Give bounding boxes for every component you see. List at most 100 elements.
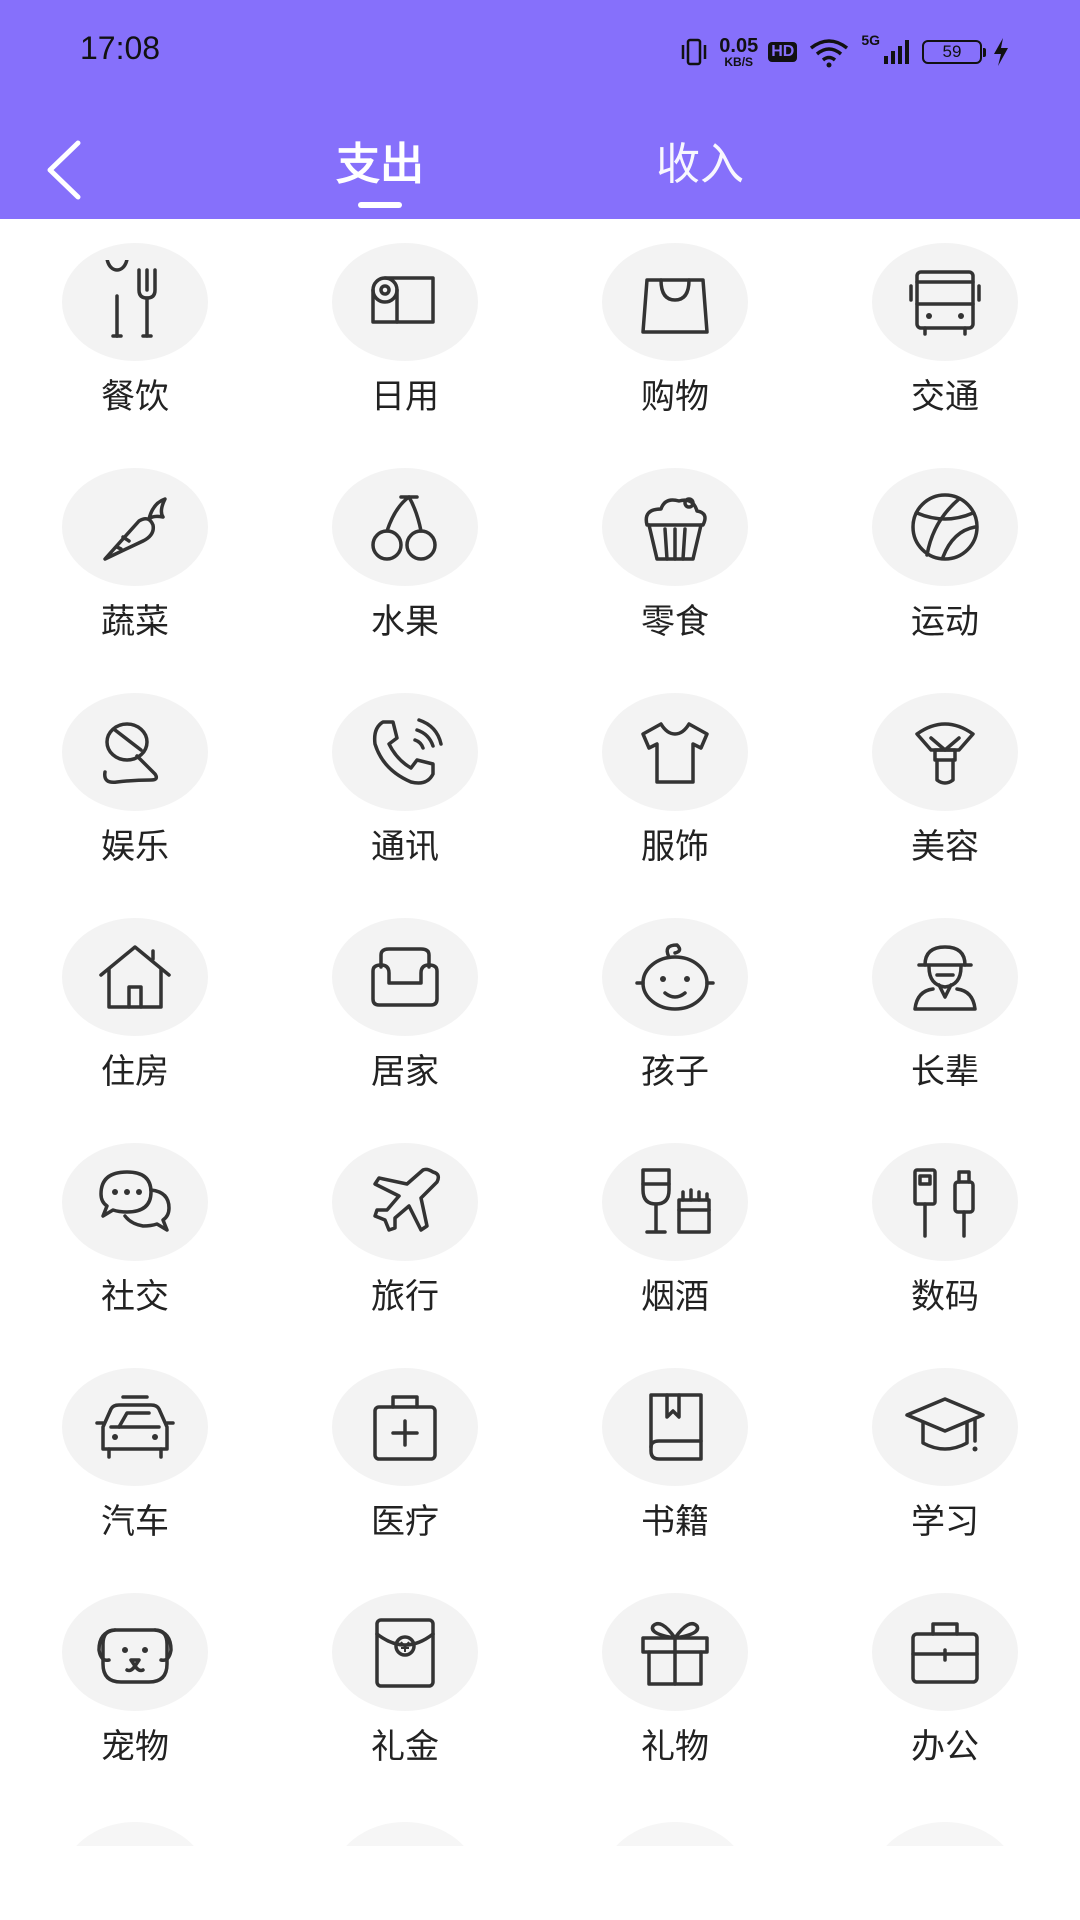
- category-icon-bg[interactable]: [602, 1368, 748, 1486]
- category-item-8[interactable]: 运动: [810, 444, 1080, 669]
- category-item-2[interactable]: 日用: [270, 219, 540, 444]
- category-icon-bg[interactable]: [332, 918, 478, 1036]
- category-icon-bg[interactable]: [872, 1368, 1018, 1486]
- cherry-icon: [371, 495, 437, 561]
- category-item-5[interactable]: 蔬菜: [0, 444, 270, 669]
- category-item-25[interactable]: 宠物: [0, 1569, 270, 1794]
- gift-icon: [641, 1622, 709, 1686]
- speed-unit: KB/S: [724, 55, 754, 69]
- category-item-3[interactable]: 购物: [540, 219, 810, 444]
- category-item-27[interactable]: 礼物: [540, 1569, 810, 1794]
- category-icon-bg[interactable]: [332, 243, 478, 361]
- hd-badge: HD: [768, 42, 798, 62]
- category-icon-bg[interactable]: [62, 243, 208, 361]
- category-label: 汽车: [101, 1502, 169, 1542]
- category-item-12[interactable]: 美容: [810, 669, 1080, 894]
- category-icon-bg[interactable]: [62, 468, 208, 586]
- category-label: 学习: [911, 1502, 979, 1542]
- category-item-17[interactable]: 社交: [0, 1119, 270, 1344]
- network-type: 5G: [861, 32, 880, 48]
- category-icon-bg[interactable]: [602, 468, 748, 586]
- category-item-24[interactable]: 学习: [810, 1344, 1080, 1569]
- car-icon: [95, 1395, 175, 1459]
- category-item-19[interactable]: 烟酒: [540, 1119, 810, 1344]
- category-item-4[interactable]: 交通: [810, 219, 1080, 444]
- category-icon-bg[interactable]: [872, 1593, 1018, 1711]
- category-item-7[interactable]: 零食: [540, 444, 810, 669]
- category-item-28[interactable]: 办公: [810, 1569, 1080, 1794]
- category-icon-bg[interactable]: [872, 1143, 1018, 1261]
- category-label: 孩子: [641, 1052, 709, 1092]
- category-label: 书籍: [641, 1502, 709, 1542]
- category-item-11[interactable]: 服饰: [540, 669, 810, 894]
- category-icon-bg[interactable]: [602, 1593, 748, 1711]
- category-grid: 餐饮 日用 购物 交通蔬菜 水果 零食 运动娱乐 通讯 服饰 美容住房 居家 孩子 长辈社交 旅行 烟酒 数码…: [0, 219, 1080, 1920]
- category-item-1[interactable]: 餐饮: [0, 219, 270, 444]
- app-header: 17:08 0.05 KB/S HD 5G 59 支出 收入: [0, 0, 1080, 219]
- category-icon-bg[interactable]: [332, 1143, 478, 1261]
- category-icon-bg[interactable]: [62, 1368, 208, 1486]
- category-item-20[interactable]: 数码: [810, 1119, 1080, 1344]
- dog-icon: [97, 1628, 173, 1684]
- category-label: 宠物: [101, 1727, 169, 1767]
- vibrate-icon: [682, 38, 707, 66]
- category-label: 医疗: [371, 1502, 439, 1542]
- category-item-13[interactable]: 住房: [0, 894, 270, 1119]
- tab-expense[interactable]: 支出: [320, 130, 440, 200]
- category-item-9[interactable]: 娱乐: [0, 669, 270, 894]
- cupcake-icon: [644, 497, 707, 561]
- category-label: 礼金: [371, 1727, 439, 1767]
- cutlery-icon: [105, 260, 157, 338]
- lipstick-icon: [915, 722, 975, 785]
- category-icon-bg[interactable]: [872, 918, 1018, 1036]
- category-icon-bg[interactable]: [332, 1593, 478, 1711]
- elder-icon: [913, 945, 977, 1011]
- category-icon-bg[interactable]: [62, 918, 208, 1036]
- category-label: 日用: [371, 377, 439, 417]
- book-icon: [649, 1393, 703, 1461]
- category-item-26[interactable]: 礼金: [270, 1569, 540, 1794]
- category-label: 蔬菜: [101, 602, 169, 642]
- category-icon-bg[interactable]: [872, 468, 1018, 586]
- back-arrow-icon[interactable]: [40, 135, 90, 205]
- category-item-10[interactable]: 通讯: [270, 669, 540, 894]
- category-icon-bg[interactable]: [872, 243, 1018, 361]
- medical-kit-icon: [373, 1395, 437, 1461]
- category-icon-bg[interactable]: [872, 693, 1018, 811]
- category-item-14[interactable]: 居家: [270, 894, 540, 1119]
- category-item-15[interactable]: 孩子: [540, 894, 810, 1119]
- signal-icon: [884, 40, 909, 64]
- category-item-21[interactable]: 汽车: [0, 1344, 270, 1569]
- category-icon-bg[interactable]: [62, 1143, 208, 1261]
- category-icon-bg[interactable]: [602, 693, 748, 811]
- airplane-icon: [373, 1167, 441, 1232]
- category-icon-bg[interactable]: [62, 693, 208, 811]
- active-tab-indicator: [358, 202, 402, 208]
- category-icon-bg[interactable]: [602, 1143, 748, 1261]
- partial-circle: [62, 1822, 208, 1846]
- category-item-23[interactable]: 书籍: [540, 1344, 810, 1569]
- category-icon-bg[interactable]: [332, 468, 478, 586]
- category-label: 烟酒: [641, 1277, 709, 1317]
- speed-value: 0.05: [719, 35, 759, 57]
- category-icon-bg[interactable]: [602, 243, 748, 361]
- baby-icon: [635, 943, 715, 1011]
- category-label: 社交: [101, 1277, 169, 1317]
- category-icon-bg[interactable]: [332, 1368, 478, 1486]
- chat-icon: [99, 1170, 171, 1232]
- briefcase-icon: [911, 1622, 979, 1684]
- tshirt-icon: [641, 722, 709, 784]
- category-icon-bg[interactable]: [62, 1593, 208, 1711]
- category-item-18[interactable]: 旅行: [270, 1119, 540, 1344]
- tab-income[interactable]: 收入: [640, 130, 760, 200]
- category-item-16[interactable]: 长辈: [810, 894, 1080, 1119]
- network-speed: 0.05 KB/S: [719, 36, 758, 68]
- sofa-icon: [371, 947, 439, 1007]
- category-icon-bg[interactable]: [602, 918, 748, 1036]
- phone-icon: [372, 718, 443, 785]
- category-icon-bg[interactable]: [332, 693, 478, 811]
- category-label: 住房: [101, 1052, 169, 1092]
- graduation-cap-icon: [905, 1397, 985, 1452]
- category-item-6[interactable]: 水果: [270, 444, 540, 669]
- category-item-22[interactable]: 医疗: [270, 1344, 540, 1569]
